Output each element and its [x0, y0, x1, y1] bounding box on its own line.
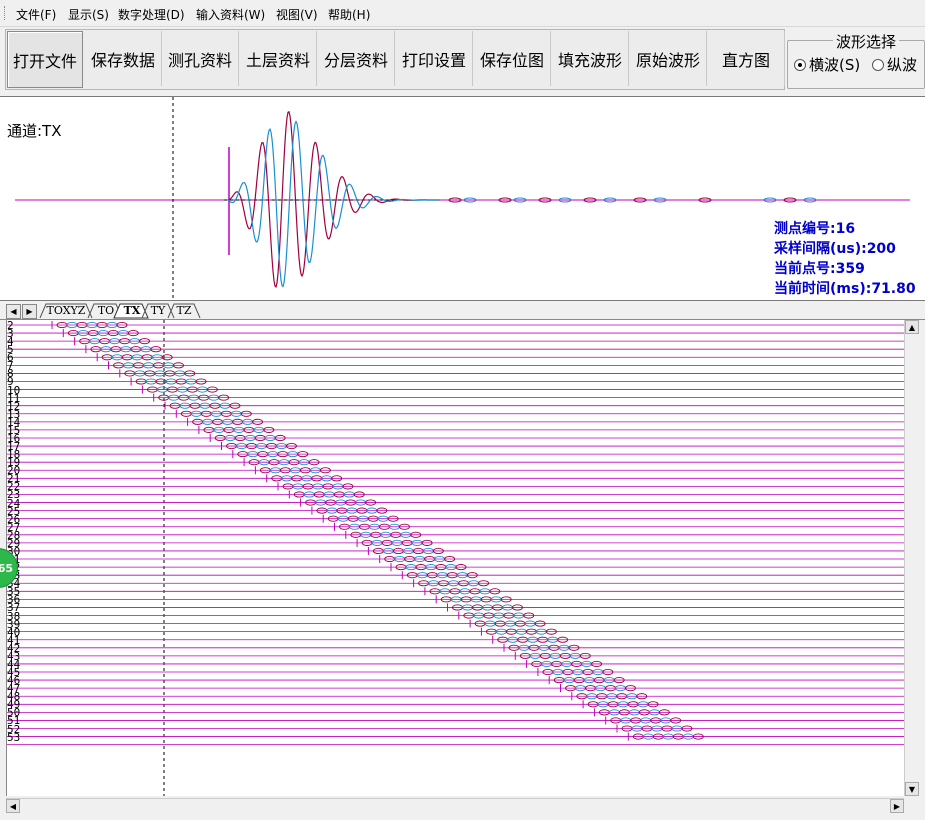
shear-wave-label: 横波(S): [809, 56, 861, 74]
menu-digital-processing[interactable]: 数字处理(D): [118, 6, 185, 23]
scroll-down-icon[interactable]: ▼: [905, 782, 919, 796]
soil-layer-button[interactable]: 土层资料: [240, 31, 317, 86]
tab-scroll-right-icon[interactable]: ▶: [22, 304, 37, 319]
scroll-right-icon[interactable]: ▶: [890, 799, 904, 813]
trace-gather-svg: [7, 320, 905, 796]
save-data-button[interactable]: 保存数据: [85, 31, 162, 86]
menu-view[interactable]: 视图(V): [276, 6, 318, 23]
compression-wave-label: 纵波: [887, 56, 918, 74]
tab-tz[interactable]: TZ: [173, 304, 195, 318]
print-settings-button[interactable]: 打印设置: [396, 31, 473, 86]
tab-toxyz[interactable]: TOXYZ: [46, 304, 86, 318]
vertical-scrollbar[interactable]: ▲ ▼: [904, 320, 919, 796]
tab-scroll-left-icon[interactable]: ◀: [6, 304, 21, 319]
menu-bar: 文件(F) 显示(S) 数字处理(D) 输入资料(W) 视图(V) 帮助(H): [0, 0, 925, 27]
layering-data-button[interactable]: 分层资料: [318, 31, 395, 86]
point-number: 测点编号:16: [774, 221, 856, 237]
sample-interval: 采样间隔(us):200: [774, 241, 896, 257]
radio-selected-icon: [794, 58, 806, 71]
scroll-up-icon[interactable]: ▲: [905, 320, 919, 334]
menu-input-data[interactable]: 输入资料(W): [196, 6, 265, 23]
horizontal-scrollbar[interactable]: ◀ ▶: [6, 798, 904, 813]
trace-gather-panel[interactable]: [6, 320, 905, 796]
channel-label: 通道:TX: [7, 122, 62, 140]
radio-unselected-icon: [872, 58, 884, 71]
trace-number-label: 53: [7, 730, 21, 744]
scroll-left-icon[interactable]: ◀: [6, 799, 20, 813]
menu-grip: [4, 6, 7, 20]
menu-display[interactable]: 显示(S): [68, 6, 109, 23]
histogram-button[interactable]: 直方图: [708, 31, 785, 86]
menu-file[interactable]: 文件(F): [16, 6, 56, 23]
shear-wave-radio[interactable]: 横波(S): [794, 54, 860, 75]
menu-help[interactable]: 帮助(H): [328, 6, 370, 23]
fill-waveform-button[interactable]: 填充波形: [552, 31, 629, 86]
save-bitmap-button[interactable]: 保存位图: [474, 31, 551, 86]
raw-waveform-button[interactable]: 原始波形: [630, 31, 707, 86]
waveform-trace-blue: [227, 120, 440, 288]
open-file-button[interactable]: 打开文件: [7, 31, 83, 88]
tab-tx[interactable]: TX: [120, 304, 144, 318]
tab-to[interactable]: TO: [94, 304, 118, 318]
wave-select-title: 波形选择: [833, 31, 900, 52]
current-point: 当前点号:359: [774, 261, 865, 277]
tab-ty[interactable]: TY: [147, 304, 169, 318]
compression-wave-radio[interactable]: 纵波: [872, 54, 917, 75]
current-time: 当前时间(ms):71.80: [774, 281, 916, 297]
borehole-data-button[interactable]: 测孔资料: [162, 31, 239, 86]
